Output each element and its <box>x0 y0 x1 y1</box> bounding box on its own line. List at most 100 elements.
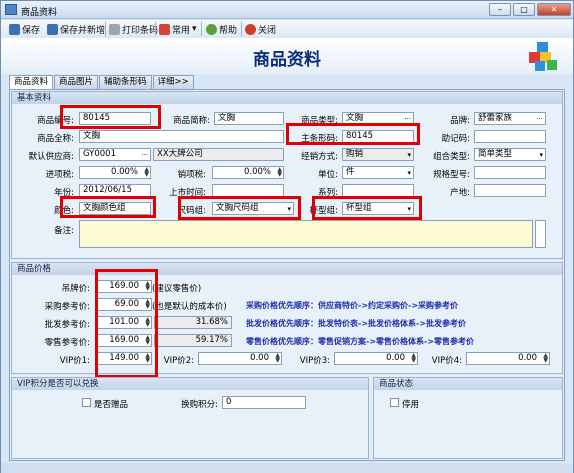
wholesale-price-label: 批发参考价: <box>44 320 90 330</box>
remark-textarea[interactable] <box>79 220 533 248</box>
basic-info-group: 基本资料 商品编号: 80145 商品简称: 文胸 商品类型: 文胸 ··· 品牌… <box>11 91 563 259</box>
unit-label: 单位: <box>318 170 338 180</box>
save-icon <box>9 23 20 35</box>
toolbar-divider <box>155 22 156 36</box>
unit-select[interactable]: 件 ▾ <box>342 166 414 179</box>
highlight-box <box>286 123 420 145</box>
vip1-label: VIP价1: <box>59 356 90 366</box>
ellipsis-icon[interactable]: ··· <box>141 150 148 160</box>
toolbar-divider <box>241 22 242 36</box>
window-title: 商品资料 <box>21 8 58 18</box>
in-tax-label: 进项税: <box>45 170 74 180</box>
gift-label: 是否赠品 <box>94 400 129 410</box>
cubes-logo-icon <box>529 42 557 71</box>
group-header: 商品状态 <box>374 378 562 390</box>
highlight-box <box>60 196 156 218</box>
main-window: 商品资料 – □ ✕ 保存 保存并新增 打印条码 常用 ▾ 帮助 关闭 商品资料 … <box>0 0 574 473</box>
vip3-label: VIP价3: <box>299 356 330 366</box>
chevron-down-icon: ▾ <box>407 151 411 159</box>
highlight-box <box>312 196 422 220</box>
spinner-icon[interactable]: ▲ ▼ <box>543 353 548 364</box>
origin-field[interactable] <box>474 184 546 197</box>
save-new-icon <box>47 23 58 35</box>
vip2-field[interactable]: 0.00 ▲ ▼ <box>198 352 282 365</box>
tab-content: 基本资料 商品编号: 80145 商品简称: 文胸 商品类型: 文胸 ··· 品牌… <box>9 89 565 461</box>
close-icon <box>245 23 256 35</box>
fullname-field[interactable]: 文胸 <box>79 130 284 143</box>
vip2-label: VIP价2: <box>163 356 194 366</box>
toolbar-divider <box>105 22 106 36</box>
maximize-button[interactable]: □ <box>513 3 535 16</box>
remark-scrollbar[interactable] <box>535 220 546 248</box>
mode-select[interactable]: 购销 ▾ <box>342 148 414 161</box>
spinner-icon[interactable]: ▲ ▼ <box>277 167 282 178</box>
brand-label: 品牌: <box>450 116 470 126</box>
tag-price-note: (建议零售价) <box>152 284 202 294</box>
save-new-button[interactable]: 保存并新增 <box>47 22 105 36</box>
wholesale-percent: 31.68% <box>154 316 232 329</box>
disabled-label: 停用 <box>402 400 420 410</box>
short-name-label: 商品简称: <box>173 116 210 126</box>
fullname-label: 商品全称: <box>37 134 74 144</box>
wholesale-priority-note: 批发价格优先顺序：批发特价表->批发价格体系->批发参考价 <box>246 319 467 328</box>
short-name-field[interactable]: 文胸 <box>214 112 284 125</box>
spinner-icon[interactable]: ▲ ▼ <box>275 353 280 364</box>
title-bar: 商品资料 – □ ✕ <box>1 1 573 19</box>
tab-product-images[interactable]: 商品图片 <box>54 75 99 89</box>
supplier-code-field[interactable]: GY0001 ··· <box>79 148 151 161</box>
chevron-down-icon: ▾ <box>407 169 411 177</box>
remark-label: 备注: <box>54 226 74 236</box>
out-tax-field[interactable]: 0.00% ▲ ▼ <box>212 166 284 179</box>
supplier-name-field: XX大牌公司 <box>153 148 284 161</box>
purchase-price-label: 采购参考价: <box>44 302 90 312</box>
supplier-label: 默认供应商: <box>28 152 74 162</box>
toolbar-divider <box>201 22 202 36</box>
common-menu-button[interactable]: 常用 ▾ <box>159 22 197 36</box>
common-icon <box>159 23 170 35</box>
tab-bar: 商品资料 商品图片 辅助条形码 详细>> <box>9 75 194 89</box>
status-group: 商品状态 停用 <box>373 377 563 459</box>
app-icon <box>5 4 17 15</box>
group-header: 基本资料 <box>12 92 562 104</box>
vip4-field[interactable]: 0.00 ▲ ▼ <box>466 352 550 365</box>
vip3-field[interactable]: 0.00 ▲ ▼ <box>334 352 418 365</box>
mode-label: 经销方式: <box>301 152 338 162</box>
combo-type-label: 组合类型: <box>433 152 470 162</box>
points-field[interactable]: 0 <box>222 396 306 409</box>
help-icon <box>206 23 217 35</box>
highlight-box <box>95 269 158 378</box>
tab-aux-barcode[interactable]: 辅助条形码 <box>99 75 152 89</box>
spec-field[interactable] <box>474 166 546 179</box>
gift-checkbox[interactable] <box>82 398 91 407</box>
combo-type-select[interactable]: 简单类型 ▾ <box>474 148 546 161</box>
toolbar: 保存 保存并新增 打印条码 常用 ▾ 帮助 关闭 <box>1 20 573 38</box>
retail-percent: 59.17% <box>154 334 232 347</box>
spinner-icon[interactable]: ▲ ▼ <box>144 167 149 178</box>
highlight-box <box>178 196 301 220</box>
origin-label: 产地: <box>450 188 470 198</box>
ellipsis-icon[interactable]: ··· <box>536 114 543 124</box>
window-close-button[interactable]: ✕ <box>537 3 571 16</box>
spec-label: 规格型号: <box>433 170 470 180</box>
print-barcode-button[interactable]: 打印条码 <box>109 22 158 36</box>
group-header: VIP积分是否可以兑换 <box>12 378 368 390</box>
minimize-button[interactable]: – <box>489 3 511 16</box>
save-button[interactable]: 保存 <box>9 22 40 36</box>
tab-product-info[interactable]: 商品资料 <box>9 75 54 89</box>
help-button[interactable]: 帮助 <box>206 22 237 36</box>
out-tax-label: 销项税: <box>177 170 206 180</box>
chevron-down-icon: ▾ <box>539 151 543 159</box>
tag-price-label: 吊牌价: <box>61 284 90 294</box>
brand-field[interactable]: 舒蕾家族 ··· <box>474 112 546 125</box>
mnemonic-label: 助记码: <box>441 134 470 144</box>
close-button[interactable]: 关闭 <box>245 22 276 36</box>
tab-details[interactable]: 详细>> <box>152 75 194 89</box>
vip-points-group: VIP积分是否可以兑换 是否赠品 换购积分: 0 <box>11 377 369 459</box>
retail-priority-note: 零售价格优先顺序：零售促销方案->零售价格体系->零售参考价 <box>246 337 475 346</box>
header-banner: 商品资料 <box>1 38 573 74</box>
spinner-icon[interactable]: ▲ ▼ <box>411 353 416 364</box>
disabled-checkbox[interactable] <box>390 398 399 407</box>
mnemonic-field[interactable] <box>474 130 546 143</box>
print-icon <box>109 23 120 35</box>
in-tax-field[interactable]: 0.00% ▲ ▼ <box>79 166 151 179</box>
